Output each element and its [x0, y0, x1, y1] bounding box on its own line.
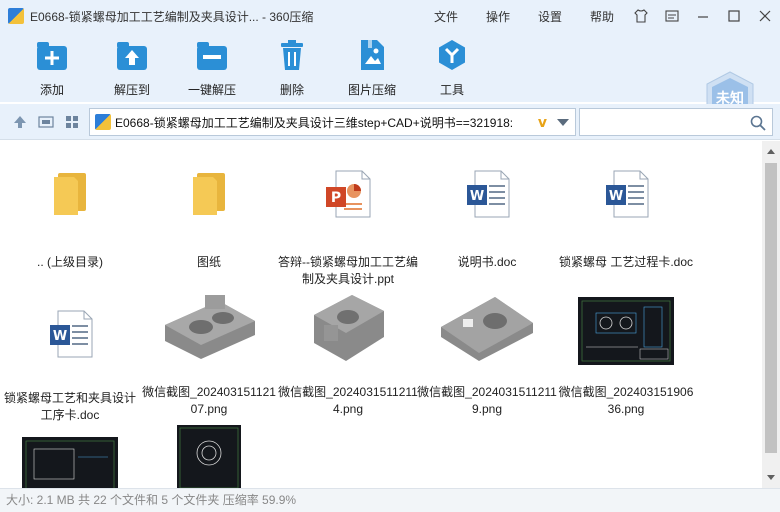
image-thumbnail: [441, 297, 533, 361]
image-thumbnail: [314, 295, 384, 361]
toolbar: 添加 解压到 一键解压 删除 图片压缩 工具 未知: [0, 32, 780, 125]
file-item-image[interactable]: 微信截图_20240315112107.png: [139, 291, 279, 418]
dropdown-arrow-icon[interactable]: [557, 119, 569, 126]
add-label: 添加: [39, 83, 64, 97]
word-document-icon: W: [467, 170, 510, 218]
add-button[interactable]: 添加: [17, 38, 87, 98]
tools-button[interactable]: 工具: [417, 38, 487, 98]
file-name: .. (上级目录): [37, 255, 103, 269]
add-icon: [37, 42, 67, 70]
extract-to-icon: [117, 42, 147, 70]
file-item-ppt[interactable]: P 答辩--锁紧螺母加工工艺编制及夹具设计.ppt: [278, 169, 418, 288]
file-name: 微信截图_20240315190636.png: [558, 385, 694, 416]
scroll-thumb[interactable]: [765, 163, 777, 453]
delete-icon: [281, 40, 303, 70]
shirt-icon: [633, 9, 648, 23]
svg-text:W: W: [609, 189, 623, 204]
file-name: 答辩--锁紧螺母加工工艺编制及夹具设计.ppt: [278, 255, 418, 286]
one-click-extract-label: 一键解压: [187, 83, 236, 97]
svg-text:P: P: [331, 190, 341, 206]
file-item-parent[interactable]: .. (上级目录): [0, 169, 140, 271]
menu-operation[interactable]: 操作: [472, 8, 524, 25]
folder-icon: [193, 173, 225, 215]
file-item-doc[interactable]: W 说明书.doc: [417, 169, 557, 271]
minimize-button[interactable]: [687, 0, 718, 32]
file-name: 锁紧螺母 工艺过程卡.doc: [558, 255, 694, 269]
cad-thumbnail: [578, 297, 674, 365]
powerpoint-icon: P: [326, 170, 371, 218]
address-path: E0668-锁紧螺母加工工艺编制及夹具设计三维step+CAD+说明书==321…: [115, 115, 514, 130]
window-controls: [625, 0, 780, 32]
message-icon: [664, 10, 679, 22]
minimize-icon: [697, 16, 708, 18]
image-compress-button[interactable]: 图片压缩: [337, 38, 407, 98]
menu-help[interactable]: 帮助: [576, 8, 628, 25]
file-item-image[interactable]: 微信截图_20240315112119.png: [417, 291, 557, 418]
file-item-doc[interactable]: W 锁紧螺母 工艺过程卡.doc: [556, 169, 696, 271]
cad-thumbnail: [177, 425, 241, 488]
file-name: 说明书.doc: [457, 255, 517, 269]
delete-button[interactable]: 删除: [257, 38, 327, 98]
address-field[interactable]: E0668-锁紧螺母加工工艺编制及夹具设计三维step+CAD+说明书==321…: [89, 108, 576, 136]
maximize-button[interactable]: [718, 0, 749, 32]
one-click-extract-icon: [197, 42, 227, 70]
file-item-image[interactable]: 微信截图_20240315112114.png: [278, 291, 418, 418]
feedback-button[interactable]: [656, 0, 687, 32]
file-item-image[interactable]: [139, 425, 279, 488]
svg-text:W: W: [53, 329, 67, 344]
file-item-doc[interactable]: W 锁紧螺母工艺和夹具设计工序卡.doc: [0, 309, 140, 424]
chevron-icon: ⅴ: [537, 114, 547, 130]
up-arrow-icon[interactable]: [12, 114, 28, 130]
file-item-image[interactable]: [0, 437, 140, 488]
extract-to-label: 解压到: [113, 83, 150, 97]
archive-icon: [95, 114, 111, 130]
close-icon: [759, 10, 770, 22]
maximize-icon: [727, 10, 740, 22]
word-document-icon: W: [50, 310, 93, 358]
close-button[interactable]: [749, 0, 780, 32]
image-compress-label: 图片压缩: [347, 83, 396, 97]
file-name: 微信截图_20240315112114.png: [278, 385, 418, 416]
file-name: 微信截图_20240315112119.png: [417, 385, 557, 416]
file-list: .. (上级目录) 图纸 P 答辩--锁紧螺母加工工艺编制及夹具设计.ppt W: [0, 141, 762, 488]
menu-settings[interactable]: 设置: [524, 8, 576, 25]
file-name: 图纸: [196, 255, 221, 269]
tools-icon: [439, 40, 465, 70]
delete-label: 删除: [279, 83, 304, 97]
file-name: 锁紧螺母工艺和夹具设计工序卡.doc: [3, 391, 136, 422]
file-name: 微信截图_20240315112107.png: [142, 385, 276, 416]
vertical-scrollbar[interactable]: [762, 141, 780, 488]
scroll-up-arrow-icon[interactable]: [767, 149, 775, 154]
list-view-icon[interactable]: [38, 114, 54, 130]
search-icon[interactable]: [750, 115, 766, 131]
extract-to-button[interactable]: 解压到: [97, 38, 167, 98]
search-input[interactable]: [579, 108, 773, 136]
folder-icon: [54, 173, 86, 215]
skin-button[interactable]: [625, 0, 656, 32]
scroll-down-arrow-icon[interactable]: [767, 475, 775, 480]
word-document-icon: W: [606, 170, 649, 218]
status-bar: 大小: 2.1 MB 共 22 个文件和 5 个文件夹 压缩率 59.9%: [0, 488, 780, 512]
window-title: E0668-锁紧螺母加工工艺编制及夹具设计... - 360压缩: [30, 9, 314, 24]
image-thumbnail: [165, 295, 255, 359]
menu-file[interactable]: 文件: [420, 8, 472, 25]
address-bar: E0668-锁紧螺母加工工艺编制及夹具设计三维step+CAD+说明书==321…: [0, 104, 780, 140]
file-item-image[interactable]: 微信截图_20240315190636.png: [556, 297, 696, 418]
tools-label: 工具: [439, 83, 464, 97]
file-item-folder[interactable]: 图纸: [139, 169, 279, 271]
app-logo-icon: [8, 8, 24, 24]
grid-view-icon[interactable]: [64, 114, 80, 130]
one-click-extract-button[interactable]: 一键解压: [177, 38, 247, 98]
svg-text:W: W: [470, 189, 484, 204]
image-compress-icon: [361, 40, 384, 70]
menu-bar: 文件 操作 设置 帮助: [420, 0, 628, 32]
cad-thumbnail: [22, 437, 118, 488]
